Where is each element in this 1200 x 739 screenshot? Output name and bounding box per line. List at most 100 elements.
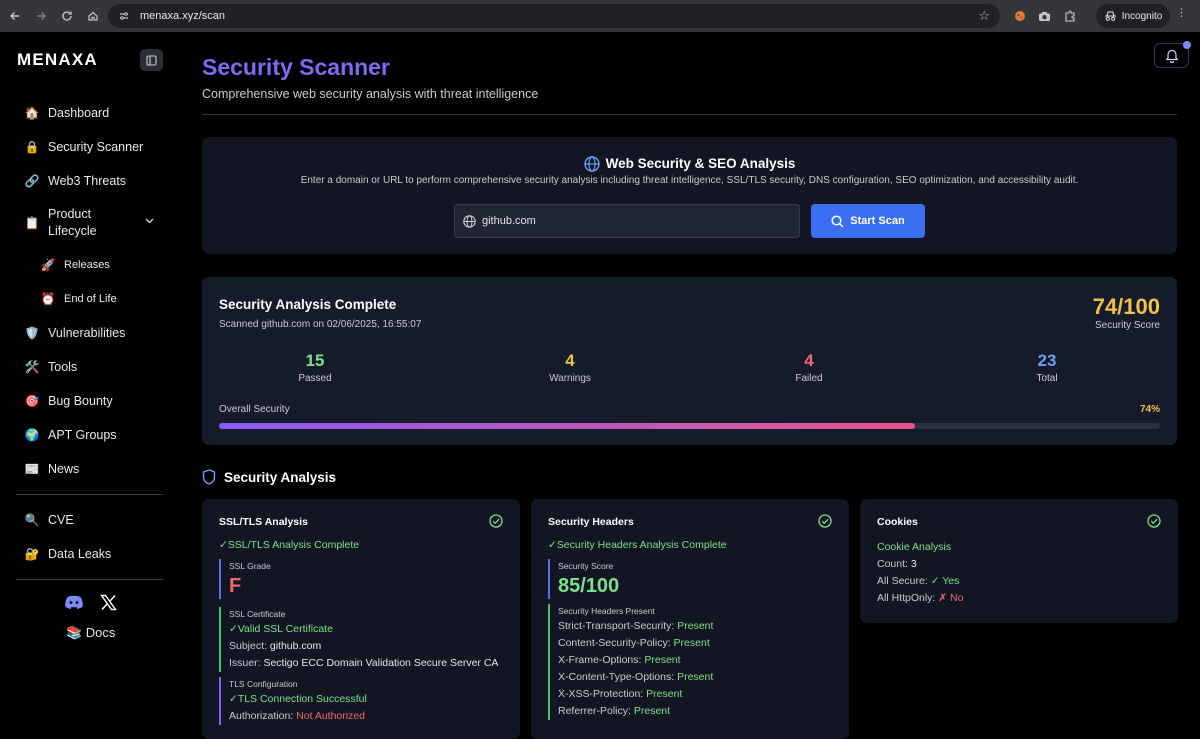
page-title: Security Scanner <box>202 54 390 80</box>
url-text[interactable]: menaxa.xyz/scan <box>140 10 225 22</box>
browser-menu-icon[interactable]: ⋮ <box>1176 6 1187 19</box>
sidebar-toggle-button[interactable] <box>140 49 163 71</box>
sidebar-item-web3-threats[interactable]: 🔗 Web3 Threats <box>16 164 164 198</box>
sidebar-item-releases[interactable]: 🚀 Releases <box>16 248 164 282</box>
newspaper-icon: 📰 <box>24 462 40 476</box>
headers-present-block: Security Headers Present Strict-Transpor… <box>548 604 713 720</box>
sidebar-item-label: Web3 Threats <box>48 174 127 188</box>
stat-failed: 4 Failed <box>749 351 869 384</box>
sidebar-item-apt-groups[interactable]: 🌍 APT Groups <box>16 418 164 452</box>
sidebar-item-news[interactable]: 📰 News <box>16 452 164 486</box>
extensions-puzzle-icon[interactable] <box>1060 6 1080 26</box>
sidebar-item-vulnerabilities[interactable]: 🛡️ Vulnerabilities <box>16 316 164 350</box>
forward-arrow-icon[interactable] <box>30 5 52 27</box>
sidebar-item-cve[interactable]: 🔍 CVE <box>16 503 164 537</box>
sidebar-item-end-of-life[interactable]: ⏰ End of Life <box>16 282 164 316</box>
globe-icon: 🌍 <box>24 428 40 442</box>
docs-link[interactable]: 📚 Docs <box>66 625 115 641</box>
header-value: Present <box>646 688 683 700</box>
extension-camera-icon[interactable] <box>1034 6 1054 26</box>
header-name: Strict-Transport-Security: <box>558 620 675 632</box>
address-bar[interactable]: menaxa.xyz/scan ☆ <box>108 4 1000 28</box>
extension-cookie-icon[interactable] <box>1010 6 1030 26</box>
header-value: Present <box>677 671 714 683</box>
headers-score-value: 85/100 <box>558 575 620 597</box>
security-score-value: 74/100 <box>1092 294 1160 319</box>
chevron-down-icon[interactable] <box>145 216 154 227</box>
scan-title-text: Web Security & SEO Analysis <box>605 156 796 171</box>
bookmark-star-icon[interactable]: ☆ <box>978 8 990 24</box>
ssl-issuer-label: Issuer: <box>229 657 261 669</box>
site-info-icon[interactable] <box>118 10 130 22</box>
main-content: Security Scanner Comprehensive web secur… <box>180 32 1200 739</box>
ssl-card-title: SSL/TLS Analysis <box>219 516 308 528</box>
shield-icon: 🛡️ <box>24 326 40 340</box>
header-row: Referrer-Policy: Present <box>558 703 713 720</box>
scan-result-card: Security Analysis Complete Scanned githu… <box>202 277 1177 445</box>
ssl-grade-block: SSL Grade F <box>219 559 271 599</box>
cookies-status: Cookie Analysis <box>877 541 952 553</box>
discord-icon[interactable] <box>64 595 84 615</box>
domain-input-wrapper[interactable] <box>454 204 800 238</box>
locked-key-icon: 🔐 <box>24 547 40 561</box>
rocket-icon: 🚀 <box>40 258 56 272</box>
ssl-subject-label: Subject: <box>229 640 267 652</box>
sidebar-item-tools[interactable]: 🛠️ Tools <box>16 350 164 384</box>
header-row: Content-Security-Policy: Present <box>558 635 713 652</box>
x-twitter-icon[interactable] <box>100 594 117 616</box>
lock-icon: 🔒 <box>24 140 40 154</box>
tls-status: ✓TLS Connection Successful <box>229 693 367 705</box>
stat-label: Total <box>1036 373 1058 384</box>
ssl-issuer-row: Issuer: Sectigo ECC Domain Validation Se… <box>229 655 498 672</box>
cookies-card-title: Cookies <box>877 516 918 528</box>
stat-warnings: 4 Warnings <box>510 351 630 384</box>
start-scan-button[interactable]: Start Scan <box>811 204 925 238</box>
ssl-certificate-status: ✓Valid SSL Certificate <box>229 623 333 635</box>
sidebar-item-bug-bounty[interactable]: 🎯 Bug Bounty <box>16 384 164 418</box>
cookies-count-row: Count: 3 <box>877 556 963 573</box>
sidebar-item-label: Product Lifecycle <box>48 207 97 238</box>
scan-title: Web Security & SEO Analysis <box>202 156 1177 173</box>
link-icon: 🔗 <box>24 174 40 188</box>
header-value: Present <box>633 705 671 717</box>
sidebar-item-label: News <box>48 462 80 476</box>
header-row: X-Content-Type-Options: Present <box>558 669 713 686</box>
ssl-subject-value: github.com <box>269 640 322 652</box>
header-name: X-XSS-Protection: <box>558 688 644 700</box>
ssl-grade-label: SSL Grade <box>229 561 271 571</box>
home-icon: 🏠 <box>24 106 40 120</box>
sidebar-item-product-lifecycle[interactable]: 📋 Product Lifecycle <box>16 198 164 248</box>
sidebar-item-security-scanner[interactable]: 🔒 Security Scanner <box>16 130 164 164</box>
sidebar-item-dashboard[interactable]: 🏠 Dashboard <box>16 96 164 130</box>
app-logo[interactable]: MENAXA <box>17 50 98 70</box>
social-links <box>64 594 117 616</box>
notifications-button[interactable] <box>1154 41 1191 68</box>
bell-icon <box>1164 49 1179 63</box>
cookies-details: Cookie Analysis Count: 3 All Secure: ✓ Y… <box>877 539 963 607</box>
domain-input[interactable] <box>482 215 782 227</box>
incognito-badge[interactable]: Incognito <box>1096 4 1170 28</box>
sidebar-panel-icon <box>146 54 157 66</box>
tools-icon: 🛠️ <box>24 360 40 374</box>
header-divider <box>202 114 1177 115</box>
tls-authorization-value: Not Authorized <box>296 710 366 722</box>
home-icon[interactable] <box>82 5 104 27</box>
stat-passed: 15 Passed <box>255 351 375 384</box>
page-subtitle: Comprehensive web security analysis with… <box>202 87 539 101</box>
cookies-secure-row: All Secure: ✓ Yes <box>877 573 963 590</box>
security-headers-card: Security Headers ✓Security Headers Analy… <box>531 499 849 739</box>
header-name: Content-Security-Policy: <box>558 637 671 649</box>
back-arrow-icon[interactable] <box>4 5 26 27</box>
ssl-grade-value: F <box>229 575 242 597</box>
headers-score-label: Security Score <box>558 561 614 571</box>
target-icon: 🎯 <box>24 394 40 408</box>
reload-icon[interactable] <box>56 5 78 27</box>
sidebar-divider <box>16 579 164 580</box>
header-row: X-Frame-Options: Present <box>558 652 713 669</box>
sidebar: MENAXA 🏠 Dashboard 🔒 Security Scanner 🔗 … <box>0 32 180 721</box>
sidebar-item-data-leaks[interactable]: 🔐 Data Leaks <box>16 537 164 571</box>
header-name: X-Content-Type-Options: <box>558 671 675 683</box>
overall-security-bar-fill <box>219 423 916 429</box>
cookies-httponly-row: All HttpOnly: ✗ No <box>877 590 963 607</box>
header-name: Referrer-Policy: <box>558 705 631 717</box>
